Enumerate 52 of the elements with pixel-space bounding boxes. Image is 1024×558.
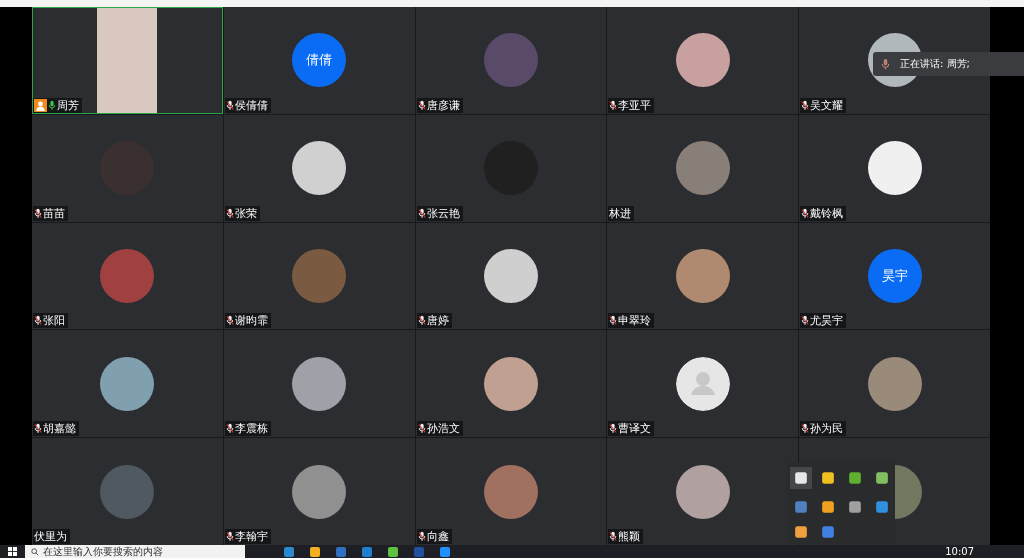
avatar-photo [675, 249, 730, 303]
tray-icon[interactable] [789, 467, 812, 490]
participant-name: 向鑫 [426, 530, 449, 543]
participant-name: 唐彦谦 [426, 98, 460, 112]
participant-name: 尤昊宇 [810, 314, 844, 328]
avatar-photo [484, 249, 538, 303]
participant-name: 熊颖 [618, 530, 641, 543]
participant-name: 谢昀霏 [234, 314, 268, 328]
participant-name: 李翰宇 [234, 530, 268, 543]
tray-icon[interactable] [874, 471, 889, 486]
clock-time: 10:07 [945, 545, 974, 558]
participant-name: 张荣 [234, 206, 257, 220]
participant-name: 张云艳 [426, 206, 460, 220]
participant-name: 周芳 [57, 98, 79, 112]
participant-name: 孙为民 [810, 422, 844, 436]
default-avatar-icon [675, 356, 730, 411]
participant-name: 唐婷 [426, 314, 449, 328]
participant-name: 胡嘉懿 [43, 422, 76, 436]
windows-logo-icon[interactable] [8, 547, 17, 556]
taskbar-app-icon[interactable] [361, 545, 373, 558]
speaking-text: 正在讲话: 周芳; [900, 57, 970, 71]
microphone-icon [881, 58, 890, 70]
participant-name: 伏里为 [34, 530, 67, 543]
avatar-photo [100, 249, 155, 303]
avatar-photo [484, 464, 538, 519]
avatar-photo [484, 356, 538, 411]
participant-name: 戴铃枫 [810, 206, 844, 220]
initials-avatar: 倩倩 [292, 33, 347, 88]
taskbar-app-icon[interactable] [283, 545, 295, 558]
taskbar-app-icon[interactable] [309, 545, 321, 558]
tray-icon[interactable] [793, 524, 808, 539]
avatar-photo [292, 249, 347, 303]
tray-icon[interactable] [820, 500, 835, 514]
taskbar-app-icon[interactable] [387, 545, 399, 558]
initials-avatar: 昊宇 [867, 249, 922, 303]
participant-name: 苗苗 [43, 206, 65, 220]
search-icon [31, 547, 39, 556]
participant-name: 张阳 [43, 314, 65, 328]
participant-name: 李亚平 [618, 98, 652, 112]
tray-icon[interactable] [847, 471, 862, 486]
participant-name: 曹译文 [618, 422, 652, 436]
tray-icon[interactable] [820, 471, 835, 486]
tray-icon[interactable] [847, 500, 862, 514]
taskbar-app-icon[interactable] [439, 545, 451, 558]
avatar-photo [484, 33, 538, 88]
participant-name: 林进 [609, 206, 632, 220]
search-field[interactable]: 在这里输入你要搜索的内容 [25, 545, 245, 558]
participant-name: 侯倩倩 [234, 98, 268, 112]
participant-name: 孙浩文 [426, 422, 460, 436]
participant-name: 吴文耀 [810, 98, 844, 112]
participant-name: 申翠玲 [618, 314, 652, 328]
participant-name: 李震栋 [234, 422, 268, 436]
